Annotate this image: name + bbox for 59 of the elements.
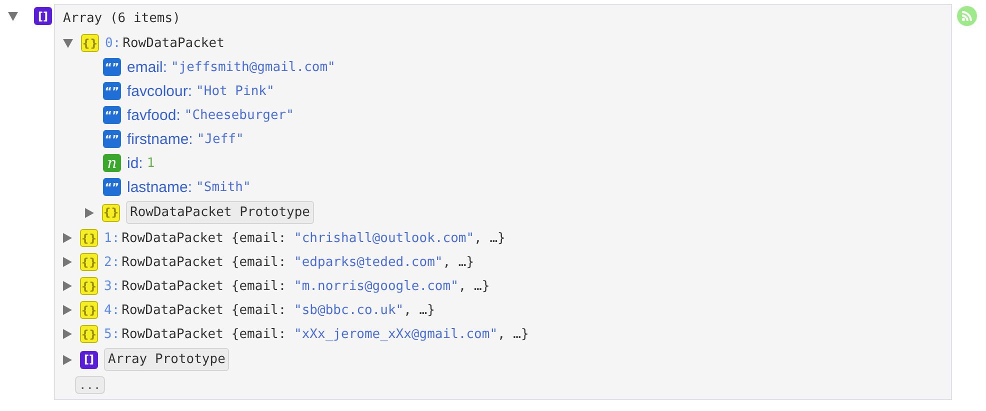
- type-badge: {}: [80, 253, 98, 271]
- preview-text: {email:: [231, 326, 288, 342]
- more-button[interactable]: ...: [75, 376, 105, 394]
- prototype-label[interactable]: Array Prototype: [104, 348, 230, 371]
- type-badge: “”: [103, 82, 121, 100]
- preview-value: "sb@bbc.co.uk": [294, 302, 404, 318]
- disclosure-triangle-icon[interactable]: [8, 12, 18, 20]
- property-value: "Smith": [196, 180, 251, 194]
- preview-text: {email:: [231, 278, 288, 294]
- type-badge: {}: [80, 277, 98, 295]
- property-value: "Jeff": [196, 132, 244, 146]
- property-key: favfood:: [127, 106, 180, 124]
- class-name: RowDataPacket: [122, 326, 224, 342]
- type-badge: {}: [102, 204, 120, 222]
- prototype-label[interactable]: RowDataPacket Prototype: [126, 201, 314, 224]
- property-key: email:: [127, 58, 168, 76]
- preview-text: {email:: [231, 254, 288, 270]
- type-badge: n: [103, 154, 121, 172]
- class-name: RowDataPacket: [122, 278, 224, 294]
- type-badge: “”: [103, 130, 121, 148]
- index-label: 1:: [104, 230, 120, 246]
- preview-value: "chrishall@outlook.com": [294, 230, 474, 246]
- type-badge: “”: [103, 178, 121, 196]
- index-label: 4:: [104, 302, 120, 318]
- preview-text: {email:: [231, 230, 288, 246]
- type-badge: {}: [81, 34, 99, 52]
- preview-text: , …}: [442, 254, 474, 270]
- property-key: favcolour:: [127, 82, 192, 100]
- index-label: 3:: [104, 278, 120, 294]
- preview-text: , …}: [498, 326, 529, 342]
- type-badge: []: [80, 350, 98, 368]
- property-value: "jeffsmith@gmail.com": [171, 60, 336, 74]
- class-name: RowDataPacket: [122, 254, 224, 270]
- class-name: RowDataPacket: [122, 302, 224, 318]
- class-name: RowDataPacket: [122, 36, 224, 50]
- type-badge: {}: [80, 325, 98, 343]
- type-badge: “”: [103, 106, 121, 124]
- type-badge: []: [34, 7, 52, 25]
- preview-text: , …}: [458, 278, 490, 294]
- property-value: "Hot Pink": [196, 84, 274, 98]
- property-value: "Cheeseburger": [184, 108, 294, 122]
- type-badge: {}: [80, 229, 98, 247]
- index-label: 5:: [104, 326, 120, 342]
- preview-text: {email:: [231, 302, 288, 318]
- preview-text: , …}: [474, 230, 506, 246]
- property-key: lastname:: [127, 178, 192, 196]
- property-key: id:: [127, 154, 143, 172]
- array-summary: Array (6 items): [63, 10, 182, 28]
- class-name: RowDataPacket: [122, 230, 224, 246]
- property-value: 1: [146, 156, 155, 170]
- property-key: firstname:: [127, 130, 193, 148]
- type-badge: {}: [80, 301, 98, 319]
- index-label: 2:: [104, 254, 120, 270]
- preview-text: , …}: [404, 302, 435, 318]
- preview-value: "m.norris@google.com": [294, 278, 458, 294]
- index-label: 0:: [105, 36, 121, 50]
- type-badge: “”: [103, 58, 121, 76]
- preview-value: "xXx_jerome_xXx@gmail.com": [294, 326, 498, 342]
- preview-value: "edparks@teded.com": [294, 254, 443, 270]
